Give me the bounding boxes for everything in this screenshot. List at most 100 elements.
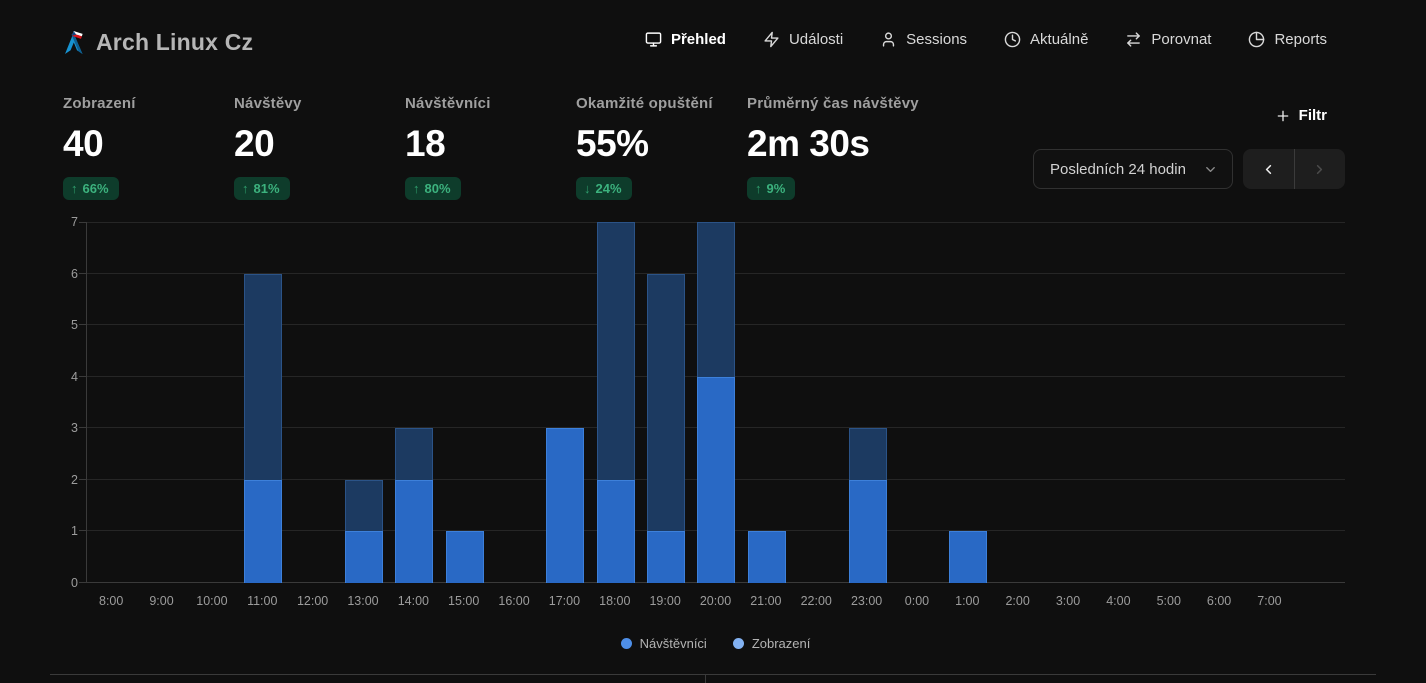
legend-item-zobrazeni[interactable]: Zobrazení	[733, 636, 811, 651]
metric-okamzite-opusteni: Okamžité opuštění 55% ↓ 24%	[576, 95, 747, 200]
chart-bar-visitors[interactable]	[597, 480, 635, 583]
y-axis-label: 0	[48, 576, 78, 590]
trend-change: 9%	[767, 181, 786, 196]
chart-bar-visitors[interactable]	[395, 480, 433, 583]
metric-label: Průměrný čas návštěvy	[747, 95, 918, 112]
visitors-bar-chart: 01234567	[86, 222, 1345, 583]
main-nav: Přehled Události Sessions Aktuálně Porov…	[645, 31, 1327, 48]
y-axis-tick	[79, 324, 86, 325]
trend-up-icon: ↑	[755, 181, 762, 196]
analytics-dashboard: Arch Linux Cz Přehled Události Sessions …	[0, 0, 1426, 683]
nav-label: Události	[789, 31, 843, 48]
filter-label: Filtr	[1299, 107, 1327, 124]
trend-badge: ↓ 24%	[576, 177, 632, 200]
trend-change: 81%	[254, 181, 280, 196]
nav-item-udalosti[interactable]: Události	[763, 31, 843, 48]
metric-value: 2m 30s	[747, 125, 918, 162]
nav-item-reports[interactable]: Reports	[1248, 31, 1327, 48]
metric-label: Návštěvníci	[405, 95, 576, 112]
chart-bar-visitors[interactable]	[546, 428, 584, 583]
y-axis-tick	[79, 427, 86, 428]
date-range-dropdown[interactable]: Posledních 24 hodin	[1033, 149, 1233, 189]
y-axis-label: 4	[48, 370, 78, 384]
metric-navstevy: Návštěvy 20 ↑ 81%	[234, 95, 405, 200]
section-divider	[50, 674, 1376, 675]
nav-item-aktualne[interactable]: Aktuálně	[1004, 31, 1088, 48]
legend-item-navstevnici[interactable]: Návštěvníci	[621, 636, 707, 651]
metric-label: Návštěvy	[234, 95, 405, 112]
y-axis-label: 1	[48, 524, 78, 538]
metric-label: Okamžité opuštění	[576, 95, 747, 112]
y-axis-tick	[79, 530, 86, 531]
chart-bar-visitors[interactable]	[345, 531, 383, 583]
y-axis-label: 3	[48, 421, 78, 435]
legend-label: Návštěvníci	[640, 636, 707, 651]
chart-bar-visitors[interactable]	[949, 531, 987, 583]
nav-label: Aktuálně	[1030, 31, 1088, 48]
legend-dot-icon	[733, 638, 744, 649]
date-pager	[1243, 149, 1345, 189]
chart-bar-visitors[interactable]	[446, 531, 484, 583]
nav-item-sessions[interactable]: Sessions	[880, 31, 967, 48]
compare-arrows-icon	[1125, 31, 1142, 48]
trend-change: 80%	[425, 181, 451, 196]
y-axis-tick	[79, 376, 86, 377]
chart-bar-visitors[interactable]	[647, 531, 685, 583]
site-title: Arch Linux Cz	[96, 29, 253, 56]
trend-badge: ↑ 9%	[747, 177, 795, 200]
y-axis-tick	[79, 222, 86, 223]
site-brand[interactable]: Arch Linux Cz	[62, 29, 253, 56]
trend-change: 66%	[83, 181, 109, 196]
filter-button[interactable]: Filtr	[1275, 107, 1327, 124]
metrics-bar: Zobrazení 40 ↑ 66% Návštěvy 20 ↑ 81% Návšt…	[63, 95, 918, 200]
chart-bar-visitors[interactable]	[748, 531, 786, 583]
y-axis-label: 5	[48, 318, 78, 332]
x-axis-labels: 8:009:0010:0011:0012:0013:0014:0015:0016…	[86, 594, 1345, 610]
y-axis-tick	[79, 273, 86, 274]
metric-zobrazeni: Zobrazení 40 ↑ 66%	[63, 95, 234, 200]
nav-label: Reports	[1274, 31, 1327, 48]
trend-down-icon: ↓	[584, 181, 591, 196]
chart-bar-visitors[interactable]	[849, 480, 887, 583]
metric-value: 20	[234, 125, 405, 162]
clock-icon	[1004, 31, 1021, 48]
metric-value: 55%	[576, 125, 747, 162]
metric-navstevnici: Návštěvníci 18 ↑80%	[405, 95, 576, 200]
x-axis-label: 7:00	[1237, 594, 1301, 608]
chevron-right-icon	[1312, 162, 1327, 177]
y-axis-label: 7	[48, 215, 78, 229]
arch-linux-cz-logo-icon	[62, 30, 86, 56]
chevron-left-icon	[1261, 162, 1276, 177]
legend-dot-icon	[621, 638, 632, 649]
y-axis-label: 2	[48, 473, 78, 487]
zap-icon	[763, 31, 780, 48]
next-period-button[interactable]	[1294, 149, 1345, 189]
trend-badge: ↑ 81%	[234, 177, 290, 200]
user-icon	[880, 31, 897, 48]
y-axis-tick	[79, 479, 86, 480]
monitor-icon	[645, 31, 662, 48]
section-column-divider	[705, 675, 706, 683]
metric-value: 40	[63, 125, 234, 162]
metric-value: 18	[405, 125, 576, 162]
chart-bar-visitors[interactable]	[244, 480, 282, 583]
trend-up-icon: ↑	[242, 181, 249, 196]
chevron-down-icon	[1203, 162, 1218, 177]
date-range-value: Posledních 24 hodin	[1050, 161, 1186, 178]
y-axis-label: 6	[48, 267, 78, 281]
chart-bar-visitors[interactable]	[697, 377, 735, 583]
nav-label: Sessions	[906, 31, 967, 48]
pie-chart-icon	[1248, 31, 1265, 48]
metric-label: Zobrazení	[63, 95, 234, 112]
nav-item-porovnat[interactable]: Porovnat	[1125, 31, 1211, 48]
previous-period-button[interactable]	[1243, 149, 1294, 189]
trend-up-icon: ↑	[71, 181, 78, 196]
trend-change: 24%	[596, 181, 622, 196]
metric-prumerny-cas: Průměrný čas návštěvy 2m 30s ↑ 9%	[747, 95, 918, 200]
nav-label: Porovnat	[1151, 31, 1211, 48]
nav-label: Přehled	[671, 31, 726, 48]
plus-icon	[1275, 108, 1291, 124]
legend-label: Zobrazení	[752, 636, 811, 651]
chart-legend: Návštěvníci Zobrazení	[86, 636, 1345, 651]
nav-item-prehled[interactable]: Přehled	[645, 31, 726, 48]
